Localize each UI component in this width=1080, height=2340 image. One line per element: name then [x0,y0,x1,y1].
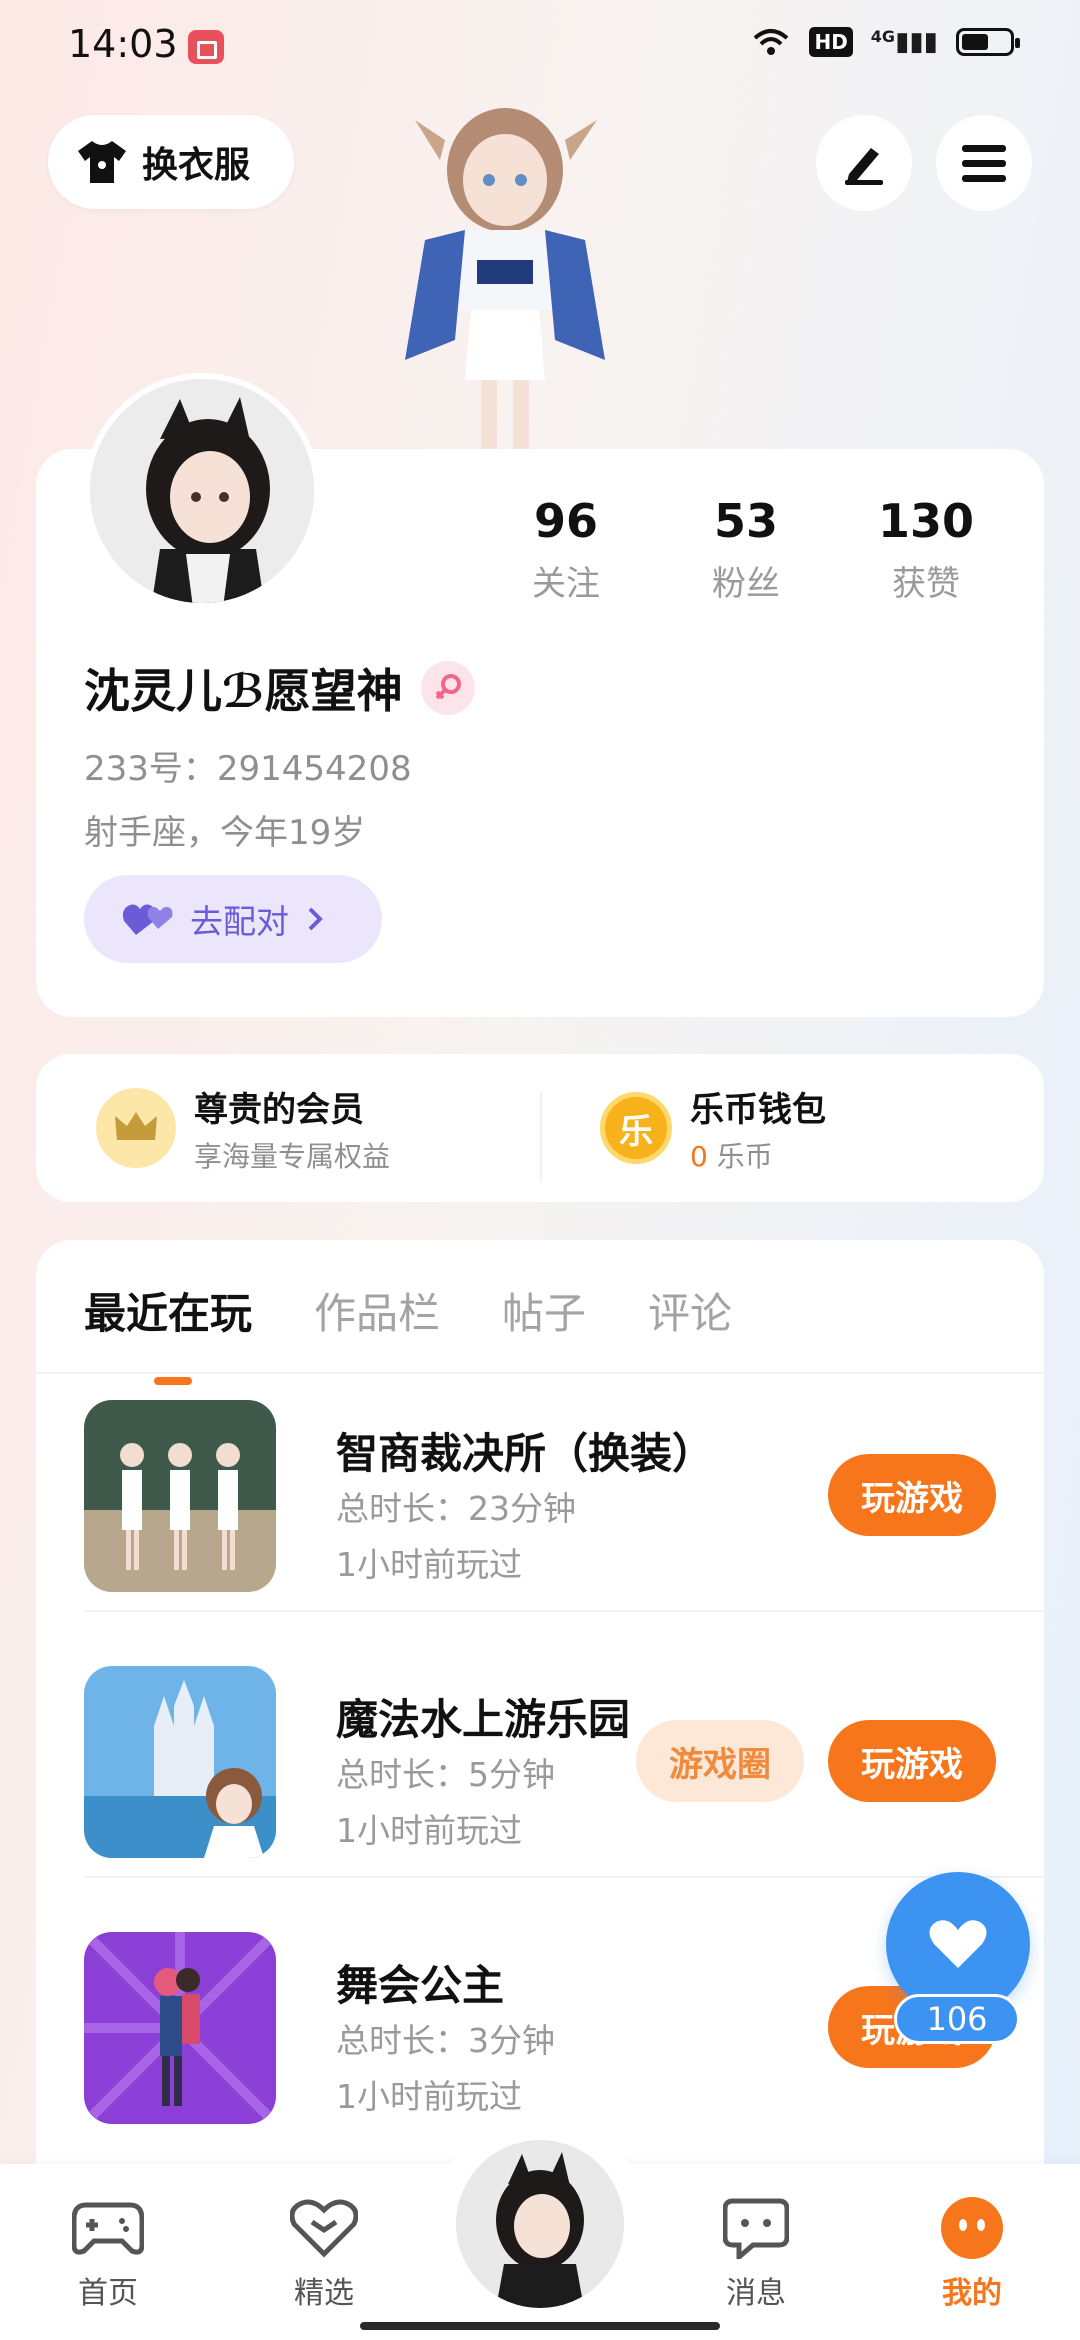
change-outfit-button[interactable]: 换衣服 [48,115,294,209]
vip-subtitle: 享海量专属权益 [194,1139,391,1173]
nav-home[interactable]: 首页 [38,2194,178,2312]
game-thumbnail[interactable] [84,1666,276,1858]
nav-mine[interactable]: 我的 [902,2194,1042,2312]
game-last-played: 1小时前玩过 [336,1811,522,1850]
wallet-title: 乐币钱包 [690,1089,826,1130]
tshirt-icon [78,141,126,183]
menu-button[interactable] [936,115,1032,211]
game-row[interactable]: 魔法水上游乐园 总时长：5分钟 1小时前玩过 游戏圈 玩游戏 [84,1642,1044,1878]
profile-avatar[interactable] [84,373,320,609]
tab-recently-played[interactable]: 最近在玩 [84,1280,252,1385]
tab-posts[interactable]: 帖子 [502,1280,586,1341]
like-count-badge: 106 [894,1994,1020,2044]
stat-label: 粉丝 [712,564,780,604]
pen-icon [845,148,883,185]
le-coin-icon: 乐 [600,1092,672,1164]
screen-record-icon [188,30,224,64]
status-bar: 14:03 HD 4G▮▮▮ [0,0,1080,95]
gamepad-icon [38,2194,178,2262]
female-gender-icon [420,661,475,715]
tab-works[interactable]: 作品栏 [314,1280,440,1341]
wallet-entry[interactable]: 乐 乐币钱包 0 乐币 [540,1082,1044,1182]
nav-messages-label: 消息 [726,2276,786,2311]
game-title: 魔法水上游乐园 [336,1695,631,1744]
row-divider [84,1876,1044,1878]
game-title: 舞会公主 [336,1961,505,2010]
row-divider [84,1610,1044,1612]
user-id: 233号：291454208 [84,749,412,789]
wallet-balance: 0 乐币 [690,1135,826,1175]
stat-followers[interactable]: 53 粉丝 [656,494,836,605]
status-icons: HD 4G▮▮▮ [751,26,1020,58]
stat-following[interactable]: 96 关注 [476,494,656,605]
nickname: 沈灵儿ℬ愿望神 [84,664,403,718]
play-game-button[interactable]: 玩游戏 [828,1720,996,1802]
home-indicator[interactable] [360,2322,720,2330]
hamburger-menu-icon [962,145,1006,182]
game-circle-button[interactable]: 游戏圈 [636,1720,804,1802]
membership-card: 尊贵的会员 享海量专属权益 乐 乐币钱包 0 乐币 [36,1054,1044,1202]
signal-icon: 4G▮▮▮ [870,27,938,57]
profile-face-icon [902,2194,1042,2262]
user-bio: 射手座，今年19岁 [84,813,366,853]
stat-likes[interactable]: 130 获赞 [836,494,1016,605]
go-match-label: 去配对 [190,902,289,941]
avatar-3d-figure[interactable] [385,100,625,450]
stat-value: 130 [877,494,975,548]
game-thumbnail[interactable] [84,1400,276,1592]
nav-featured[interactable]: 精选 [254,2194,394,2312]
profile-stats: 96 关注 53 粉丝 130 获赞 [476,494,1016,605]
signal-label: 4G [870,27,896,46]
tabs-divider [36,1372,1044,1374]
stat-value: 96 [533,494,598,548]
stat-label: 关注 [532,564,600,604]
wifi-icon [754,29,789,55]
go-match-button[interactable]: 去配对 [84,875,382,963]
nav-featured-label: 精选 [294,2276,354,2311]
play-game-button[interactable]: 玩游戏 [828,1454,996,1536]
stat-value: 53 [713,494,778,548]
game-last-played: 1小时前玩过 [336,2077,522,2116]
wallet-amount: 0 [690,1139,708,1173]
game-duration: 总时长：3分钟 [336,2021,555,2060]
battery-icon [956,28,1020,56]
hearts-icon [122,904,173,935]
chevron-right-icon [308,907,323,931]
wallet-unit: 乐币 [716,1139,773,1173]
hd-badge: HD [809,27,853,57]
center-avatar-button[interactable] [456,2140,624,2308]
nickname-row: 沈灵儿ℬ愿望神 [84,655,475,721]
change-outfit-label: 换衣服 [142,145,251,186]
nav-messages[interactable]: 消息 [686,2194,826,2312]
content-tabs: 最近在玩 作品栏 帖子 评论 [84,1280,732,1385]
game-duration: 总时长：23分钟 [336,1489,576,1528]
status-time: 14:03 [68,22,178,66]
edit-profile-button[interactable] [816,115,912,211]
game-duration: 总时长：5分钟 [336,1755,555,1794]
heart-diamond-icon [254,2194,394,2262]
game-row[interactable]: 智商裁决所（换装） 总时长：23分钟 1小时前玩过 玩游戏 [84,1376,1044,1612]
tab-comments[interactable]: 评论 [648,1280,732,1341]
nav-mine-label: 我的 [942,2276,1002,2311]
game-thumbnail[interactable] [84,1932,276,2124]
stat-label: 获赞 [892,564,960,604]
vip-title: 尊贵的会员 [194,1089,364,1130]
nav-home-label: 首页 [78,2276,138,2311]
game-last-played: 1小时前玩过 [336,1545,522,1584]
crown-icon [96,1088,176,1168]
game-title: 智商裁决所（换装） [336,1429,715,1478]
heart-icon [929,1920,987,1968]
vip-entry[interactable]: 尊贵的会员 享海量专属权益 [36,1082,540,1175]
chat-bubble-icon [686,2194,826,2262]
